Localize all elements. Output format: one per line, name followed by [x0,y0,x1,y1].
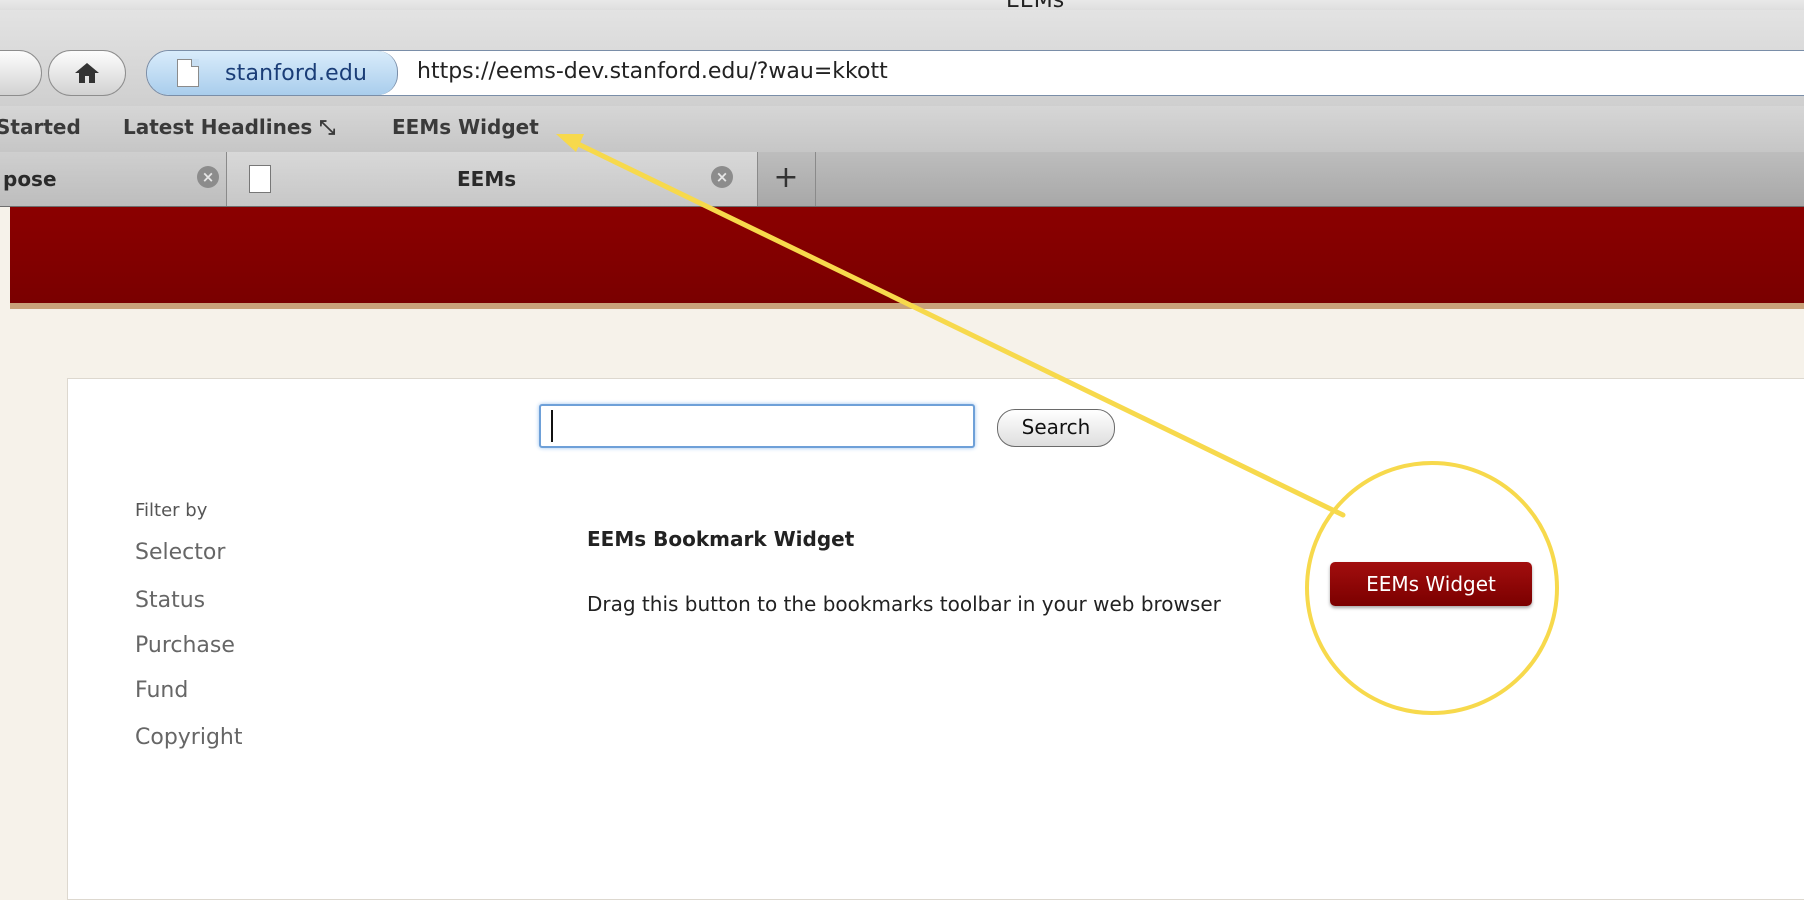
bookmarks-toolbar: Started Latest Headlines ⤡ EEMs Widget [0,106,1804,153]
filter-item-selector[interactable]: Selector [135,540,225,565]
tab-label: pose [3,167,57,191]
content-card [67,378,1804,900]
forward-button[interactable] [0,50,42,96]
search-input[interactable] [539,404,975,448]
browser-toolbar: stanford.edu https://eems-dev.stanford.e… [0,10,1804,107]
eems-widget-button[interactable]: EEMs Widget [1330,562,1532,606]
search-button[interactable]: Search [997,409,1115,447]
filter-item-copyright[interactable]: Copyright [135,725,243,750]
home-button[interactable] [48,50,126,96]
widget-description: Drag this button to the bookmarks toolba… [587,592,1221,616]
tab-eems[interactable]: EEMs × [226,152,758,206]
new-tab-button[interactable]: + [757,152,816,206]
url-text[interactable]: https://eems-dev.stanford.edu/?wau=kkott [417,59,888,84]
tab-strip: pose × EEMs × + [0,152,1804,207]
bookmark-eems-widget[interactable]: EEMs Widget [392,115,539,139]
text-caret [551,410,553,442]
site-identity-button[interactable]: stanford.edu [147,51,398,95]
tab-compose[interactable]: pose × [0,152,228,206]
site-domain: stanford.edu [225,60,368,86]
bookmark-latest-headlines[interactable]: Latest Headlines ⤡ [123,115,335,139]
close-tab-icon[interactable]: × [197,166,219,188]
site-header-banner [10,207,1804,309]
address-bar[interactable]: stanford.edu https://eems-dev.stanford.e… [146,50,1804,96]
close-tab-icon[interactable]: × [711,166,733,188]
home-icon [75,63,99,83]
widget-title: EEMs Bookmark Widget [587,527,855,551]
window-title: EEMs [1006,0,1064,10]
filter-item-purchase[interactable]: Purchase [135,633,235,658]
filter-heading: Filter by [135,500,208,521]
filter-item-status[interactable]: Status [135,588,205,613]
filter-item-fund[interactable]: Fund [135,678,188,703]
page-icon [177,59,199,87]
window-title-bar: EEMs [0,0,1804,10]
bookmark-getting-started[interactable]: Started [0,115,81,139]
page-icon [249,165,271,193]
tab-label: EEMs [457,167,517,191]
